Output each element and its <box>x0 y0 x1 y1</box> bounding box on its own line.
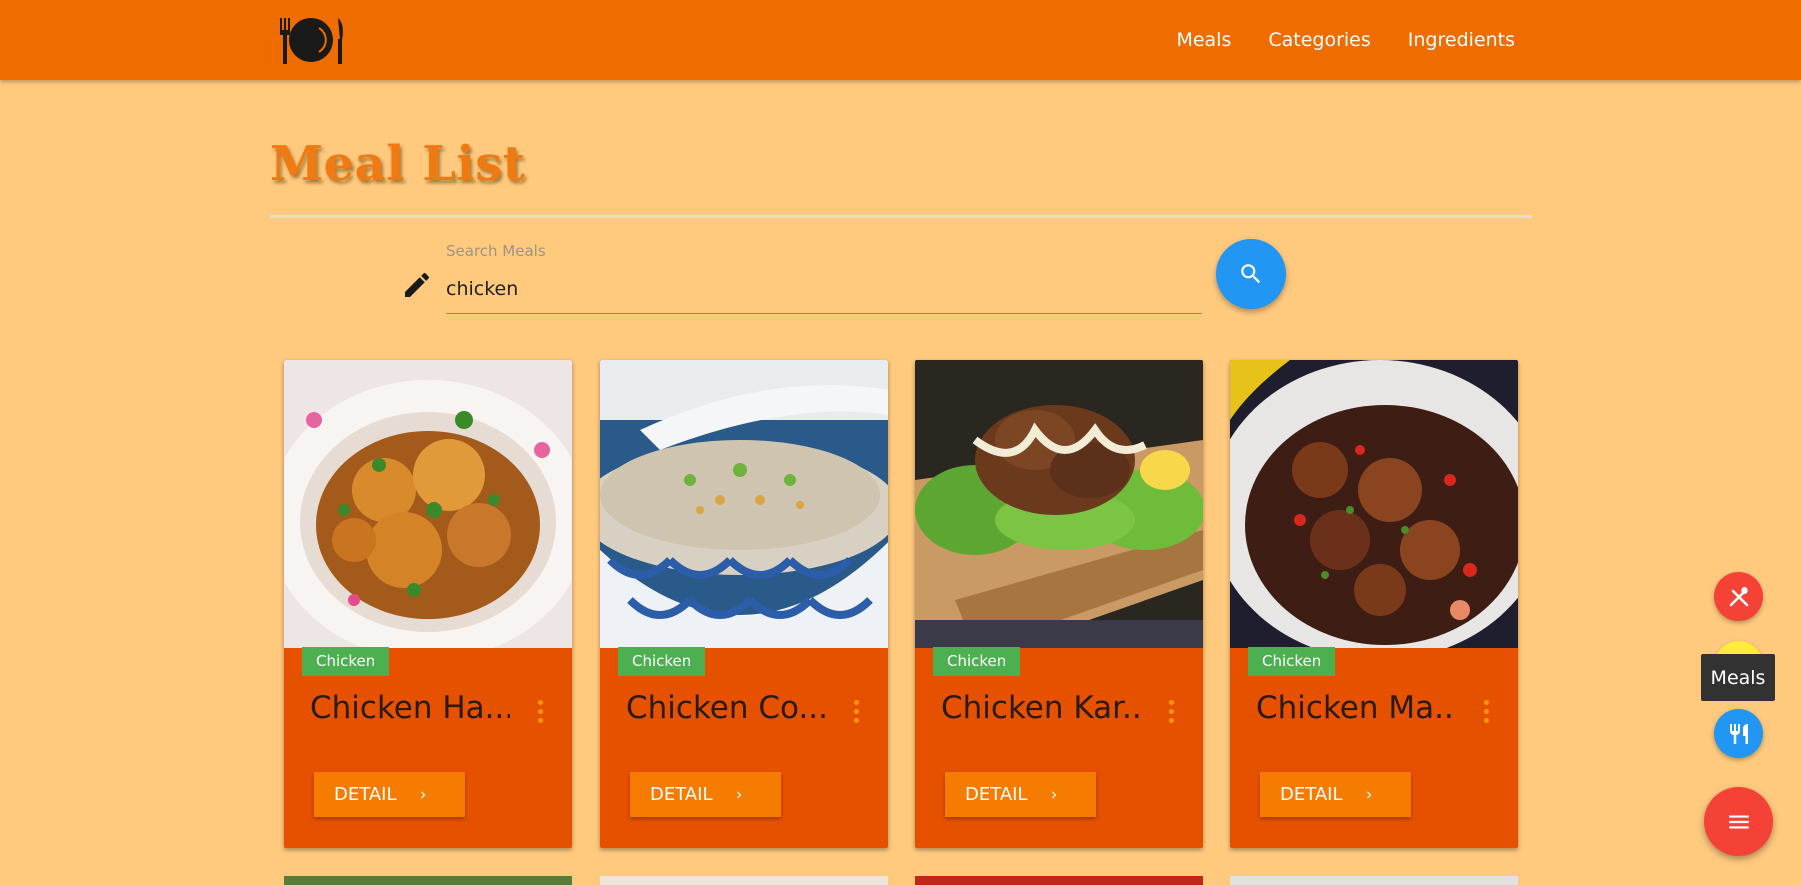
detail-label: DETAIL <box>965 784 1028 805</box>
meal-card: Chicken Chicken Kar... DETAIL <box>915 360 1203 848</box>
chevron-right-icon <box>1052 791 1057 798</box>
search-label: Search Meals <box>446 242 546 260</box>
detail-button[interactable]: DETAIL <box>945 772 1096 817</box>
restaurant-icon <box>1729 723 1748 744</box>
meal-card-peek[interactable] <box>284 876 572 885</box>
menu-icon <box>1728 815 1749 828</box>
title-divider <box>270 215 1532 218</box>
meal-image[interactable] <box>284 360 572 648</box>
chevron-right-icon <box>421 791 426 798</box>
detail-button[interactable]: DETAIL <box>314 772 465 817</box>
more-vert-icon[interactable] <box>534 700 546 726</box>
nav-links: Meals Categories Ingredients <box>1176 0 1515 80</box>
search-input[interactable] <box>446 268 1202 314</box>
meal-title: Chicken Kar... <box>941 690 1141 726</box>
detail-label: DETAIL <box>334 784 397 805</box>
category-badge: Chicken <box>618 647 706 676</box>
nav-link-ingredients[interactable]: Ingredients <box>1408 29 1515 51</box>
meal-card-peek[interactable] <box>915 876 1203 885</box>
meal-image[interactable] <box>915 360 1203 648</box>
category-badge: Chicken <box>933 647 1021 676</box>
detail-label: DETAIL <box>1280 784 1343 805</box>
meal-card: Chicken Chicken Ma... DETAIL <box>1230 360 1518 848</box>
category-badge: Chicken <box>302 647 390 676</box>
meal-card-peek[interactable] <box>1230 876 1518 885</box>
meal-card: Chicken Chicken Ha... DETAIL <box>284 360 572 848</box>
navbar: Meals Categories Ingredients <box>0 0 1801 80</box>
page-title: Meal List <box>270 136 526 192</box>
meal-card: Chicken Chicken Co... DETAIL <box>600 360 888 848</box>
chevron-right-icon <box>1367 791 1372 798</box>
meal-title: Chicken Ma... <box>1256 690 1456 726</box>
meal-title: Chicken Ha... <box>310 690 510 726</box>
meal-card-peek[interactable] <box>600 876 888 885</box>
detail-label: DETAIL <box>650 784 713 805</box>
fab-tooltip: Meals <box>1701 654 1775 701</box>
fab-cutlery-crossed-button[interactable] <box>1714 572 1763 621</box>
pencil-icon <box>405 272 430 297</box>
category-badge: Chicken <box>1248 647 1336 676</box>
nav-link-categories[interactable]: Categories <box>1268 29 1370 51</box>
detail-button[interactable]: DETAIL <box>630 772 781 817</box>
fab-meals-button[interactable] <box>1714 709 1763 758</box>
more-vert-icon[interactable] <box>1165 700 1177 726</box>
search-icon <box>1241 264 1261 284</box>
plate-cutlery-logo-icon[interactable] <box>275 14 347 66</box>
search-button[interactable] <box>1216 239 1286 309</box>
more-vert-icon[interactable] <box>1480 700 1492 726</box>
meal-image[interactable] <box>1230 360 1518 648</box>
cutlery-crossed-icon <box>1729 586 1748 606</box>
detail-button[interactable]: DETAIL <box>1260 772 1411 817</box>
more-vert-icon[interactable] <box>850 700 862 726</box>
chevron-right-icon <box>737 791 742 798</box>
nav-link-meals[interactable]: Meals <box>1176 29 1231 51</box>
meal-image[interactable] <box>600 360 888 648</box>
fab-menu-button[interactable] <box>1704 787 1773 856</box>
meal-title: Chicken Co... <box>626 690 826 726</box>
